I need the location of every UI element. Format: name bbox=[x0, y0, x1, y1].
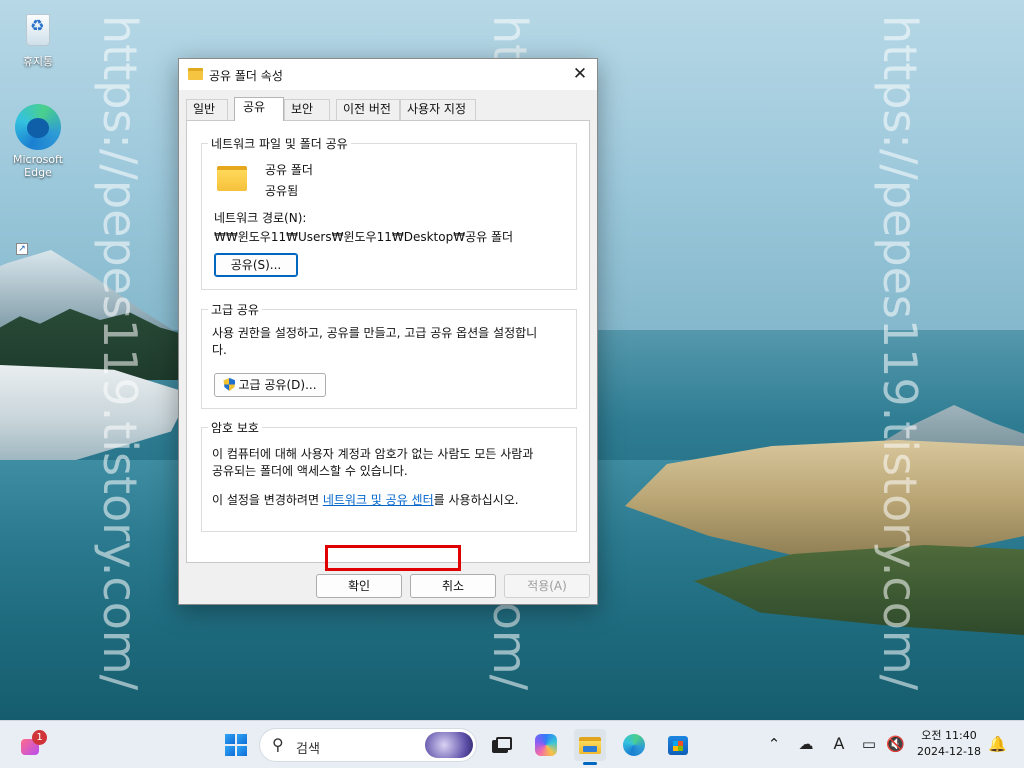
change-setting-suffix: 를 사용하십시오. bbox=[433, 493, 519, 507]
properties-dialog: 공유 폴더 속성 ✕ 일반 공유 보안 이전 버전 사용자 지정 네트워크 파일… bbox=[178, 58, 598, 605]
volume-muted-icon: 🔇 bbox=[886, 735, 905, 753]
shortcut-arrow-icon: ↗ bbox=[16, 243, 28, 255]
bell-icon: 🔔 bbox=[988, 735, 1007, 753]
group-label: 암호 보호 bbox=[208, 419, 262, 436]
recycle-bin-icon bbox=[20, 8, 56, 52]
tab-sharing[interactable]: 공유 bbox=[234, 97, 284, 121]
start-button[interactable] bbox=[220, 729, 252, 761]
active-app-indicator bbox=[583, 762, 597, 765]
onedrive-status[interactable]: ☁ bbox=[796, 735, 816, 753]
widgets-button[interactable]: 1 bbox=[16, 730, 47, 760]
clock-date: 2024-12-18 bbox=[917, 745, 981, 758]
search-placeholder: 검색 bbox=[296, 742, 320, 757]
taskbar-clock[interactable]: 오전 11:40 2024-12-18 bbox=[913, 728, 985, 760]
search-icon: ⚲ bbox=[272, 735, 284, 754]
task-view-button[interactable] bbox=[486, 729, 518, 761]
network-sharing-center-link[interactable]: 네트워크 및 공유 센터 bbox=[323, 493, 434, 507]
close-button[interactable]: ✕ bbox=[563, 59, 597, 90]
share-status: 공유됨 bbox=[265, 184, 299, 198]
group-label: 고급 공유 bbox=[208, 301, 262, 318]
tab-customize[interactable]: 사용자 지정 bbox=[400, 99, 476, 120]
share-button[interactable]: 공유(S)... bbox=[214, 253, 298, 277]
network-path-label: 네트워크 경로(N): bbox=[214, 211, 307, 225]
advanced-share-group: 고급 공유 사용 권한을 설정하고, 공유를 만들고, 고급 공유 옵션을 설정… bbox=[201, 301, 577, 409]
windows-logo-icon bbox=[225, 734, 247, 756]
apply-button[interactable]: 적용(A) bbox=[504, 574, 590, 598]
desktop-icon-label: 휴지통 bbox=[22, 55, 54, 68]
dialog-title: 공유 폴더 속성 bbox=[209, 69, 283, 83]
desktop-icon-label: Microsoft Edge bbox=[12, 153, 64, 179]
store-icon bbox=[668, 736, 688, 755]
folder-icon bbox=[188, 68, 203, 80]
store-button[interactable] bbox=[662, 729, 694, 761]
sharing-tab-panel: 네트워크 파일 및 폴더 공유 공유 폴더 공유됨 네트워크 경로(N): ₩₩… bbox=[186, 120, 590, 563]
ok-button[interactable]: 확인 bbox=[316, 574, 402, 598]
ime-indicator[interactable]: A bbox=[830, 734, 848, 753]
copilot-button[interactable] bbox=[530, 729, 562, 761]
edge-icon bbox=[15, 104, 61, 150]
show-hidden-icons-button[interactable]: ⌃ bbox=[766, 735, 782, 753]
taskbar-search-box[interactable]: ⚲ 검색 bbox=[259, 728, 477, 762]
edge-taskbar-button[interactable] bbox=[618, 729, 650, 761]
tab-previous-versions[interactable]: 이전 버전 bbox=[336, 99, 400, 120]
file-explorer-button[interactable] bbox=[574, 729, 606, 761]
cloud-offline-icon: ☁ bbox=[798, 735, 814, 753]
password-description: 이 컴퓨터에 대해 사용자 계정과 암호가 없는 사람도 모든 사람과 bbox=[212, 447, 534, 461]
tab-security[interactable]: 보안 bbox=[284, 99, 330, 120]
folder-icon bbox=[217, 166, 247, 191]
password-description-cont: 공유되는 폴더에 액세스할 수 있습니다. bbox=[212, 464, 408, 478]
tab-general[interactable]: 일반 bbox=[186, 99, 228, 120]
file-explorer-icon bbox=[579, 737, 601, 754]
chevron-up-icon: ⌃ bbox=[767, 735, 781, 753]
volume-button[interactable]: 🔇 bbox=[886, 735, 905, 753]
close-icon: ✕ bbox=[572, 64, 588, 84]
advanced-share-button[interactable]: 고급 공유(D)... bbox=[214, 373, 326, 397]
desktop-icon-edge[interactable]: ↗ Microsoft Edge bbox=[4, 104, 72, 255]
cancel-button[interactable]: 취소 bbox=[410, 574, 496, 598]
network-button[interactable]: ▭ bbox=[860, 735, 878, 753]
group-label: 네트워크 파일 및 폴더 공유 bbox=[208, 135, 351, 152]
taskbar: 1 ⚲ 검색 ⌃ ☁ A ▭ 🔇 오전 11:40 2024-12-18 🔔 bbox=[0, 720, 1024, 768]
password-protection-group: 암호 보호 이 컴퓨터에 대해 사용자 계정과 암호가 없는 사람도 모든 사람… bbox=[201, 419, 577, 532]
notification-badge: 1 bbox=[32, 730, 47, 745]
edge-icon bbox=[623, 734, 645, 756]
network-icon: ▭ bbox=[861, 735, 877, 753]
network-share-group: 네트워크 파일 및 폴더 공유 공유 폴더 공유됨 네트워크 경로(N): ₩₩… bbox=[201, 135, 577, 290]
notifications-button[interactable]: 🔔 bbox=[988, 735, 1007, 753]
clock-time: 오전 11:40 bbox=[921, 729, 977, 742]
change-setting-prefix: 이 설정을 변경하려면 bbox=[212, 493, 319, 507]
network-path-value: ₩₩윈도우11₩Users₩윈도우11₩Desktop₩공유 폴더 bbox=[214, 230, 514, 244]
advanced-share-description: 사용 권한을 설정하고, 공유를 만들고, 고급 공유 옵션을 설정합니 bbox=[212, 326, 538, 340]
advanced-share-button-label: 고급 공유(D)... bbox=[238, 378, 317, 392]
search-highlight-image bbox=[425, 732, 473, 758]
desktop-icon-recycle-bin[interactable]: 휴지통 bbox=[4, 8, 72, 68]
change-setting-text: 이 설정을 변경하려면 네트워크 및 공유 센터를 사용하십시오. bbox=[212, 491, 519, 508]
advanced-share-description-cont: 다. bbox=[212, 343, 227, 357]
copilot-icon bbox=[535, 734, 557, 756]
folder-name: 공유 폴더 bbox=[265, 163, 313, 177]
dialog-titlebar[interactable]: 공유 폴더 속성 ✕ bbox=[179, 59, 597, 90]
uac-shield-icon bbox=[223, 378, 236, 391]
